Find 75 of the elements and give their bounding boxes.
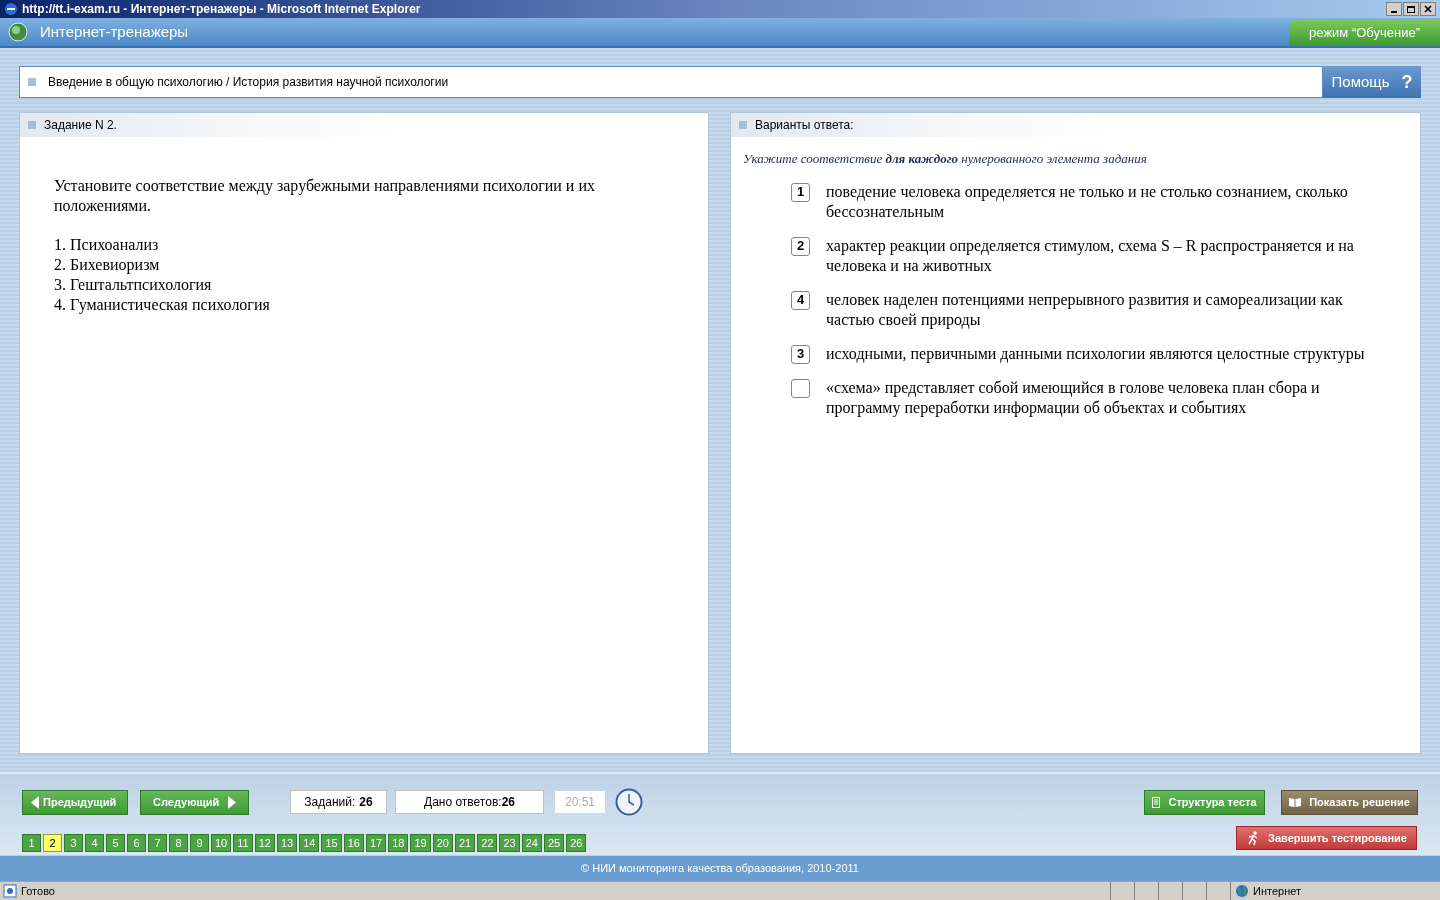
page-button[interactable]: 20 [432, 834, 453, 852]
book-icon [1289, 797, 1302, 807]
page-button[interactable]: 16 [343, 834, 364, 852]
answer-box[interactable] [791, 378, 810, 398]
window-title: http://tt.i-exam.ru - Интернет-тренажеры - Microsoft Internet Explorer [22, 1, 422, 18]
mode-label: режим “Обучение” [1289, 20, 1440, 46]
maximize-button[interactable] [1403, 2, 1419, 16]
status-text: Готово [21, 883, 56, 899]
page-button[interactable]: 19 [410, 834, 431, 852]
option-text: «схема» представляет собой имеющийся в голове человека план сбора и программу переработки информации об объектах и событиях [826, 377, 1321, 418]
next-button[interactable]: Следующий [140, 789, 249, 815]
show-solution-button[interactable]: Показать решение [1281, 789, 1418, 815]
page-button[interactable]: 25 [543, 834, 565, 852]
option-text: исходными, первичными данными психологии являются целостные структуры [826, 343, 1365, 364]
globe-icon [1235, 884, 1249, 898]
page-button[interactable]: 26 [566, 834, 587, 852]
list-item: 1. Психоанализ [54, 235, 160, 255]
page-button[interactable]: 12 [254, 834, 275, 852]
page-button[interactable]: 15 [321, 834, 342, 852]
question-text: Установите соответствие между зарубежными направлениями психологии и их положениями. [54, 176, 596, 216]
left-arrow-icon [31, 795, 39, 809]
answers-counter: Дано ответов:26 [395, 790, 544, 814]
option-text: человек наделен потенциями непрерывного развития и самореализации как частью своей природы [826, 289, 1344, 330]
page-button[interactable]: 4 [85, 834, 104, 852]
list-item: 2. Бихевиоризм [54, 255, 161, 275]
task-heading: Задание N 2. [44, 117, 117, 134]
page-button[interactable]: 13 [276, 834, 298, 852]
tasks-counter: Заданий: 26 [290, 790, 387, 814]
page-button[interactable]: 5 [106, 834, 125, 852]
globe-icon [8, 22, 28, 42]
copyright-text: © НИИ мониторинга качества образования, 2010-2011 [581, 861, 859, 877]
page-button[interactable]: 2 [43, 834, 62, 852]
answer-box[interactable]: 1 [791, 182, 810, 202]
page-button[interactable]: 10 [211, 834, 232, 852]
page-button[interactable]: 8 [169, 834, 188, 852]
previous-button[interactable]: Предыдущий [22, 789, 128, 815]
answer-box[interactable]: 3 [791, 344, 810, 364]
bullet-icon [739, 121, 747, 129]
page-button[interactable]: 21 [454, 834, 476, 852]
page-icon [3, 884, 17, 898]
app-title: Интернет-тренажеры [40, 21, 190, 42]
close-icon [1424, 5, 1432, 13]
page-button[interactable]: 18 [388, 834, 409, 852]
help-button[interactable]: Помощь ? [1323, 66, 1421, 98]
page-button[interactable]: 7 [148, 834, 167, 852]
structure-button[interactable]: Структура теста [1144, 789, 1265, 815]
option-text: поведение человека определяется не только и не столько сознанием, сколько бессознательным [826, 181, 1349, 222]
answers-heading: Варианты ответа: [755, 117, 854, 134]
document-icon [1152, 796, 1161, 808]
timer-display: 20:51 [555, 791, 605, 813]
page-button[interactable]: 17 [365, 834, 387, 852]
page-button[interactable]: 24 [521, 834, 542, 852]
breadcrumb-text: Введение в общую психологию / История развития научной психологии [48, 74, 449, 91]
page-button[interactable]: 23 [499, 834, 520, 852]
bullet-icon [28, 78, 36, 86]
page-button[interactable]: 22 [477, 834, 498, 852]
clock-icon [615, 788, 643, 816]
right-arrow-icon [228, 795, 236, 809]
close-button[interactable] [1420, 2, 1436, 16]
page-button[interactable]: 3 [64, 834, 83, 852]
page-button[interactable]: 6 [127, 834, 146, 852]
option-text: характер реакции определяется стимулом, схема S – R распространяется и на человека и на животных [826, 235, 1355, 276]
list-item: 3. Гештальтпсихология [54, 275, 213, 295]
list-item: 4. Гуманистическая психология [54, 295, 271, 315]
page-button[interactable]: 11 [233, 834, 253, 852]
answer-box[interactable]: 4 [791, 290, 810, 310]
page-button[interactable]: 9 [190, 834, 209, 852]
zone-text: Интернет [1253, 883, 1301, 899]
finish-button[interactable]: Завершить тестирование [1236, 826, 1417, 850]
instruction-text: Укажите соответствие для каждого нумерованного элемента задания [743, 150, 1148, 168]
answer-box[interactable]: 2 [791, 236, 810, 256]
page-button[interactable]: 14 [299, 834, 320, 852]
minimize-button[interactable] [1386, 2, 1402, 16]
page-button[interactable]: 1 [22, 834, 41, 852]
bullet-icon [28, 121, 36, 129]
